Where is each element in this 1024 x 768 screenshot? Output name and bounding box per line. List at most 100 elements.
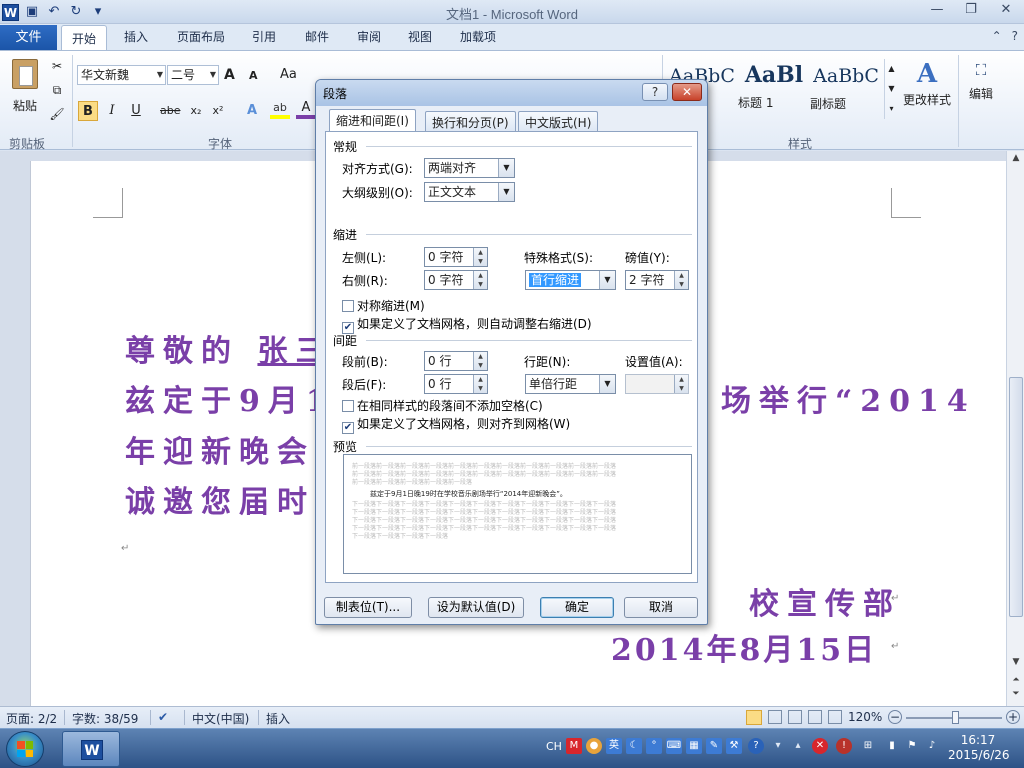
font-color-icon[interactable]: A <box>296 101 316 119</box>
right-indent-spinner[interactable]: 0 字符 ▲ ▼ <box>424 270 488 290</box>
ime-icon[interactable]: M <box>566 738 582 754</box>
checkbox-checked[interactable]: ✔ <box>342 422 354 434</box>
dialog-title-bar[interactable]: 段落 ? ✕ <box>316 80 707 106</box>
styles-scroll-icon[interactable]: ▲ ▼ ▾ <box>884 59 898 119</box>
spinner-arrows-icon[interactable]: ▲ ▼ <box>473 248 487 266</box>
cut-icon[interactable]: ✂ <box>48 59 66 73</box>
subscript-button[interactable]: x₂ <box>186 101 206 121</box>
text-effects-icon[interactable]: A <box>242 101 262 121</box>
tab-references[interactable]: 引用 <box>252 28 276 45</box>
minimize-button[interactable]: — <box>921 0 953 20</box>
snap-to-grid-checkbox[interactable]: ✔ 如果定义了文档网格，则对齐到网格(W) <box>342 416 570 434</box>
close-button[interactable]: ✕ <box>988 0 1024 20</box>
doc-line-2-end[interactable]: 场举行“2014 <box>721 376 976 420</box>
zoom-in-icon[interactable]: + <box>1006 710 1020 724</box>
style-heading-1[interactable]: AaBl 标题 1 <box>738 59 810 119</box>
doc-date[interactable]: 2014年8月15日 <box>611 625 877 669</box>
spinner-arrows-icon[interactable]: ▲ ▼ <box>674 271 688 289</box>
doc-line-3[interactable]: 年迎新晚会” <box>125 427 340 471</box>
strikethrough-button[interactable]: abe <box>160 101 181 121</box>
skin-icon[interactable]: ✎ <box>706 738 722 754</box>
tab-page-layout[interactable]: 页面布局 <box>177 28 225 45</box>
doc-line-2-start[interactable]: 兹定于9月1 <box>125 376 335 420</box>
tab-review[interactable]: 审阅 <box>357 28 381 45</box>
grid-icon[interactable]: ▦ <box>686 738 702 754</box>
tab-mailings[interactable]: 邮件 <box>305 28 329 45</box>
font-size-combo[interactable]: 二号 ▼ <box>167 65 219 85</box>
start-button[interactable] <box>6 731 44 767</box>
grow-font-button[interactable]: A <box>224 67 235 83</box>
space-after-spinner[interactable]: 0 行 ▲ ▼ <box>424 374 488 394</box>
spinner-arrows-icon[interactable]: ▲ ▼ <box>674 375 688 393</box>
doc-signature[interactable]: 校宣传部 <box>749 579 901 623</box>
set-default-button[interactable]: 设为默认值(D) <box>428 597 524 618</box>
auto-adjust-indent-checkbox[interactable]: ✔ 如果定义了文档网格，则自动调整右缩进(D) <box>342 316 592 334</box>
clock[interactable]: 16:17 2015/6/26 <box>948 733 1010 763</box>
action-center-icon[interactable]: ⚑ <box>904 738 920 754</box>
tab-insert[interactable]: 插入 <box>124 28 148 45</box>
line-spacing-combo[interactable]: 单倍行距 ▼ <box>525 374 616 394</box>
underline-button[interactable]: U <box>126 101 146 121</box>
mirror-indents-checkbox[interactable]: 对称缩进(M) <box>342 298 425 314</box>
scroll-down-icon[interactable]: ▼ <box>1010 657 1022 671</box>
help-icon[interactable]: ? <box>1012 29 1018 43</box>
next-page-icon[interactable]: ⏷ <box>1010 689 1022 703</box>
tray-expand-icon[interactable]: ▾ <box>770 738 786 754</box>
insert-mode[interactable]: 插入 <box>266 710 290 727</box>
alignment-combo[interactable]: 两端对齐 ▼ <box>424 158 515 178</box>
ok-button[interactable]: 确定 <box>540 597 614 618</box>
proofing-icon[interactable]: ✔ <box>158 710 168 724</box>
signal-icon[interactable]: ▮ <box>884 738 900 754</box>
paste-button[interactable]: 粘贴 <box>8 57 42 129</box>
punctuation-icon[interactable]: ° <box>646 738 662 754</box>
spinner-arrows-icon[interactable]: ▲ ▼ <box>473 271 487 289</box>
spacing-at-spinner[interactable]: ▲ ▼ <box>625 374 689 394</box>
no-space-same-style-checkbox[interactable]: 在相同样式的段落间不添加空格(C) <box>342 398 543 414</box>
copy-icon[interactable]: ⧉ <box>48 83 66 98</box>
cancel-button[interactable]: 取消 <box>624 597 698 618</box>
italic-button[interactable]: I <box>102 101 122 121</box>
bold-button[interactable]: B <box>78 101 98 121</box>
tab-line-page-breaks[interactable]: 换行和分页(P) <box>425 111 516 131</box>
tab-file[interactable]: 文件 <box>0 25 57 50</box>
keyboard-icon[interactable]: ⌨ <box>666 738 682 754</box>
vertical-scrollbar[interactable]: ▲ ▼ ⏶ ⏷ <box>1006 151 1024 706</box>
language-indicator[interactable]: 中文(中国) <box>192 710 249 727</box>
volume-icon[interactable]: ♪ <box>924 738 940 754</box>
full-width-icon[interactable]: 英 <box>606 738 622 754</box>
format-painter-icon[interactable]: 🖌 <box>48 107 66 121</box>
restore-button[interactable]: ❐ <box>955 0 987 20</box>
zoom-slider-thumb[interactable] <box>952 711 959 724</box>
input-language[interactable]: CH <box>546 740 562 753</box>
spinner-arrows-icon[interactable]: ▲ ▼ <box>473 375 487 393</box>
editing-button[interactable]: ⛶ 编辑 <box>964 61 998 102</box>
superscript-button[interactable]: x² <box>208 101 228 121</box>
font-name-combo[interactable]: 华文新魏 ▼ <box>77 65 166 85</box>
doc-line-salutation[interactable]: 尊敬的 张三 <box>125 326 333 370</box>
web-layout-icon[interactable] <box>788 710 802 724</box>
page-count[interactable]: 页面: 2/2 <box>6 710 57 727</box>
tabs-button[interactable]: 制表位(T)... <box>324 597 412 618</box>
special-indent-combo[interactable]: 首行缩进 ▼ <box>525 270 616 290</box>
moon-icon[interactable]: ☾ <box>626 738 642 754</box>
dialog-close-button[interactable]: ✕ <box>672 83 702 101</box>
prev-page-icon[interactable]: ⏶ <box>1010 675 1022 689</box>
checkbox-box[interactable] <box>342 300 354 312</box>
indent-by-spinner[interactable]: 2 字符 ▲ ▼ <box>625 270 689 290</box>
print-layout-icon[interactable] <box>746 710 762 725</box>
tab-asian-typography[interactable]: 中文版式(H) <box>518 111 599 131</box>
change-case-button[interactable]: Aa <box>280 67 297 82</box>
tab-home[interactable]: 开始 <box>61 25 108 51</box>
security-alert-icon[interactable]: ✕ <box>812 738 828 754</box>
scroll-up-icon[interactable]: ▲ <box>1010 153 1022 167</box>
outline-view-icon[interactable] <box>808 710 822 724</box>
tray-arrow-icon[interactable]: ▴ <box>790 738 806 754</box>
highlight-icon[interactable]: ab <box>270 101 290 119</box>
zoom-level[interactable]: 120% <box>848 710 882 724</box>
scroll-thumb[interactable] <box>1009 377 1023 617</box>
draft-view-icon[interactable] <box>828 710 842 724</box>
ime-toggle-icon[interactable]: ● <box>586 738 602 754</box>
network-alert-icon[interactable]: ! <box>836 738 852 754</box>
taskbar-word-button[interactable]: W <box>62 731 120 767</box>
tab-addins[interactable]: 加载项 <box>460 28 496 45</box>
